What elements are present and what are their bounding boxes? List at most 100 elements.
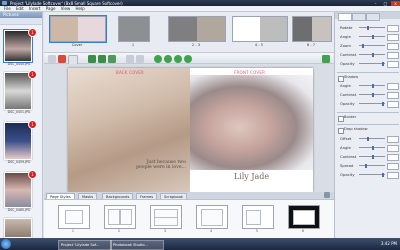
prop-row: Rotate bbox=[337, 24, 399, 32]
usage-badge: 1 bbox=[28, 70, 37, 79]
prop-label: Angle bbox=[340, 83, 351, 88]
value-field[interactable] bbox=[387, 42, 399, 50]
taskbar: Project 'Lilylade Sof... Photobook Studi… bbox=[0, 238, 400, 250]
page-swap-icon[interactable] bbox=[98, 54, 106, 63]
page-thumb-cover[interactable] bbox=[49, 15, 107, 43]
slider-handle[interactable] bbox=[372, 145, 374, 150]
value-field[interactable] bbox=[387, 82, 399, 90]
zoom-in-icon[interactable] bbox=[126, 54, 134, 63]
arrow-right-icon[interactable] bbox=[164, 54, 172, 63]
prop-label: Contrast bbox=[340, 92, 357, 97]
pictures-toolbar bbox=[0, 18, 42, 25]
page-label: 1 bbox=[131, 43, 135, 47]
tab-effects-props[interactable] bbox=[366, 13, 380, 21]
page-strip: Cover 1 2 - 3 4 - 5 6 - 7 bbox=[44, 12, 334, 52]
layout-thumb[interactable] bbox=[58, 205, 90, 229]
page-thumb[interactable] bbox=[118, 16, 150, 42]
picture-caption: DSC_0465.JPG bbox=[7, 208, 31, 212]
back-cover[interactable]: BACK COVER Just because two people were … bbox=[68, 68, 190, 192]
value-field[interactable] bbox=[387, 60, 399, 68]
value-field[interactable] bbox=[387, 144, 399, 152]
prop-row: Spread bbox=[337, 162, 399, 170]
arrow-down-icon[interactable] bbox=[184, 54, 192, 63]
slider-handle[interactable] bbox=[367, 25, 369, 30]
prop-row: Zoom bbox=[337, 42, 399, 50]
delete-icon[interactable] bbox=[58, 54, 66, 63]
tabs-menu-icon[interactable] bbox=[324, 192, 330, 198]
close-button[interactable]: × bbox=[391, 0, 400, 6]
page-label: Cover bbox=[71, 43, 83, 47]
prop-row: Angle bbox=[337, 33, 399, 41]
value-field[interactable] bbox=[387, 91, 399, 99]
slider-handle[interactable] bbox=[367, 136, 369, 141]
minimize-button[interactable]: – bbox=[371, 1, 380, 6]
drop-shadow-label: Drop shadow bbox=[344, 127, 368, 131]
slider-handle[interactable] bbox=[382, 61, 384, 66]
properties-panel: Rotate Angle Zoom Contrast Opacity Shado… bbox=[334, 12, 400, 238]
app-icon bbox=[2, 1, 7, 5]
value-field[interactable] bbox=[387, 135, 399, 143]
slider-handle[interactable] bbox=[372, 52, 374, 57]
value-field[interactable] bbox=[387, 33, 399, 41]
prop-label: Opacity bbox=[340, 61, 355, 66]
slider-handle[interactable] bbox=[372, 83, 374, 88]
slider-handle[interactable] bbox=[362, 43, 364, 48]
value-field[interactable] bbox=[387, 171, 399, 179]
maximize-button[interactable]: □ bbox=[381, 1, 390, 6]
value-field[interactable] bbox=[387, 51, 399, 59]
taskbar-item-studio[interactable]: Photobook Studio... bbox=[110, 240, 164, 250]
text-tool-icon[interactable] bbox=[68, 54, 78, 65]
layout-thumb[interactable] bbox=[196, 205, 228, 229]
value-field[interactable] bbox=[387, 162, 399, 170]
prop-row: Opacity bbox=[337, 100, 399, 108]
editor-toolbar bbox=[44, 52, 334, 65]
prop-row: Contrast bbox=[337, 153, 399, 161]
layout-thumb[interactable] bbox=[104, 205, 136, 229]
slider-handle[interactable] bbox=[382, 172, 384, 177]
prop-label: Opacity bbox=[340, 101, 355, 106]
tab-photo-props[interactable] bbox=[338, 13, 352, 21]
layout-thumb[interactable] bbox=[242, 205, 274, 229]
slider-handle[interactable] bbox=[382, 101, 384, 106]
layout-label: 3 bbox=[163, 229, 167, 233]
zoom-out-icon[interactable] bbox=[136, 54, 144, 63]
rotate-icon[interactable] bbox=[108, 54, 116, 63]
cover-quote[interactable]: Just because two people were in love... bbox=[132, 160, 186, 171]
slider-handle[interactable] bbox=[365, 163, 367, 168]
picture-thumb[interactable] bbox=[4, 218, 32, 238]
slider-handle[interactable] bbox=[372, 92, 374, 97]
usage-badge: 1 bbox=[28, 28, 37, 37]
taskbar-item-project[interactable]: Project 'Lilylade Sof... bbox=[58, 240, 112, 250]
tab-text-props[interactable] bbox=[352, 13, 366, 21]
page-label: 4 - 5 bbox=[254, 43, 264, 47]
order-book-icon[interactable] bbox=[322, 54, 330, 63]
slider-handle[interactable] bbox=[372, 154, 374, 159]
picture-thumb[interactable] bbox=[4, 172, 32, 208]
layouts-panel: 1 2 3 4 5 6 bbox=[44, 199, 334, 238]
page-add-icon[interactable] bbox=[88, 54, 96, 63]
value-field[interactable] bbox=[387, 24, 399, 32]
picture-caption: DSC_0445.JPG bbox=[7, 62, 31, 66]
layout-thumb[interactable] bbox=[150, 205, 182, 229]
prop-label: Contrast bbox=[340, 154, 357, 159]
slider-handle[interactable] bbox=[372, 34, 374, 39]
page-thumb[interactable] bbox=[232, 16, 288, 42]
value-field[interactable] bbox=[387, 100, 399, 108]
layout-thumb[interactable] bbox=[288, 205, 320, 229]
front-cover[interactable]: FRONT COVER Lily Jade bbox=[190, 68, 313, 192]
page-thumb[interactable] bbox=[292, 16, 332, 42]
select-tool-icon[interactable] bbox=[48, 54, 56, 63]
window-title: Project 'Lilylade Softcover' (8x8 Small … bbox=[10, 0, 123, 6]
cover-title[interactable]: Lily Jade bbox=[190, 172, 313, 181]
start-button[interactable] bbox=[1, 239, 11, 249]
picture-thumb[interactable] bbox=[4, 122, 32, 160]
usage-badge: 1 bbox=[28, 120, 37, 129]
prop-label: Zoom bbox=[340, 43, 351, 48]
prop-label: Rotate bbox=[340, 25, 353, 30]
arrow-left-icon[interactable] bbox=[154, 54, 162, 63]
cover-photo[interactable] bbox=[190, 75, 313, 170]
page-thumb[interactable] bbox=[168, 16, 226, 42]
arrow-up-icon[interactable] bbox=[174, 54, 182, 63]
value-field[interactable] bbox=[387, 153, 399, 161]
picture-thumb[interactable] bbox=[4, 72, 32, 110]
